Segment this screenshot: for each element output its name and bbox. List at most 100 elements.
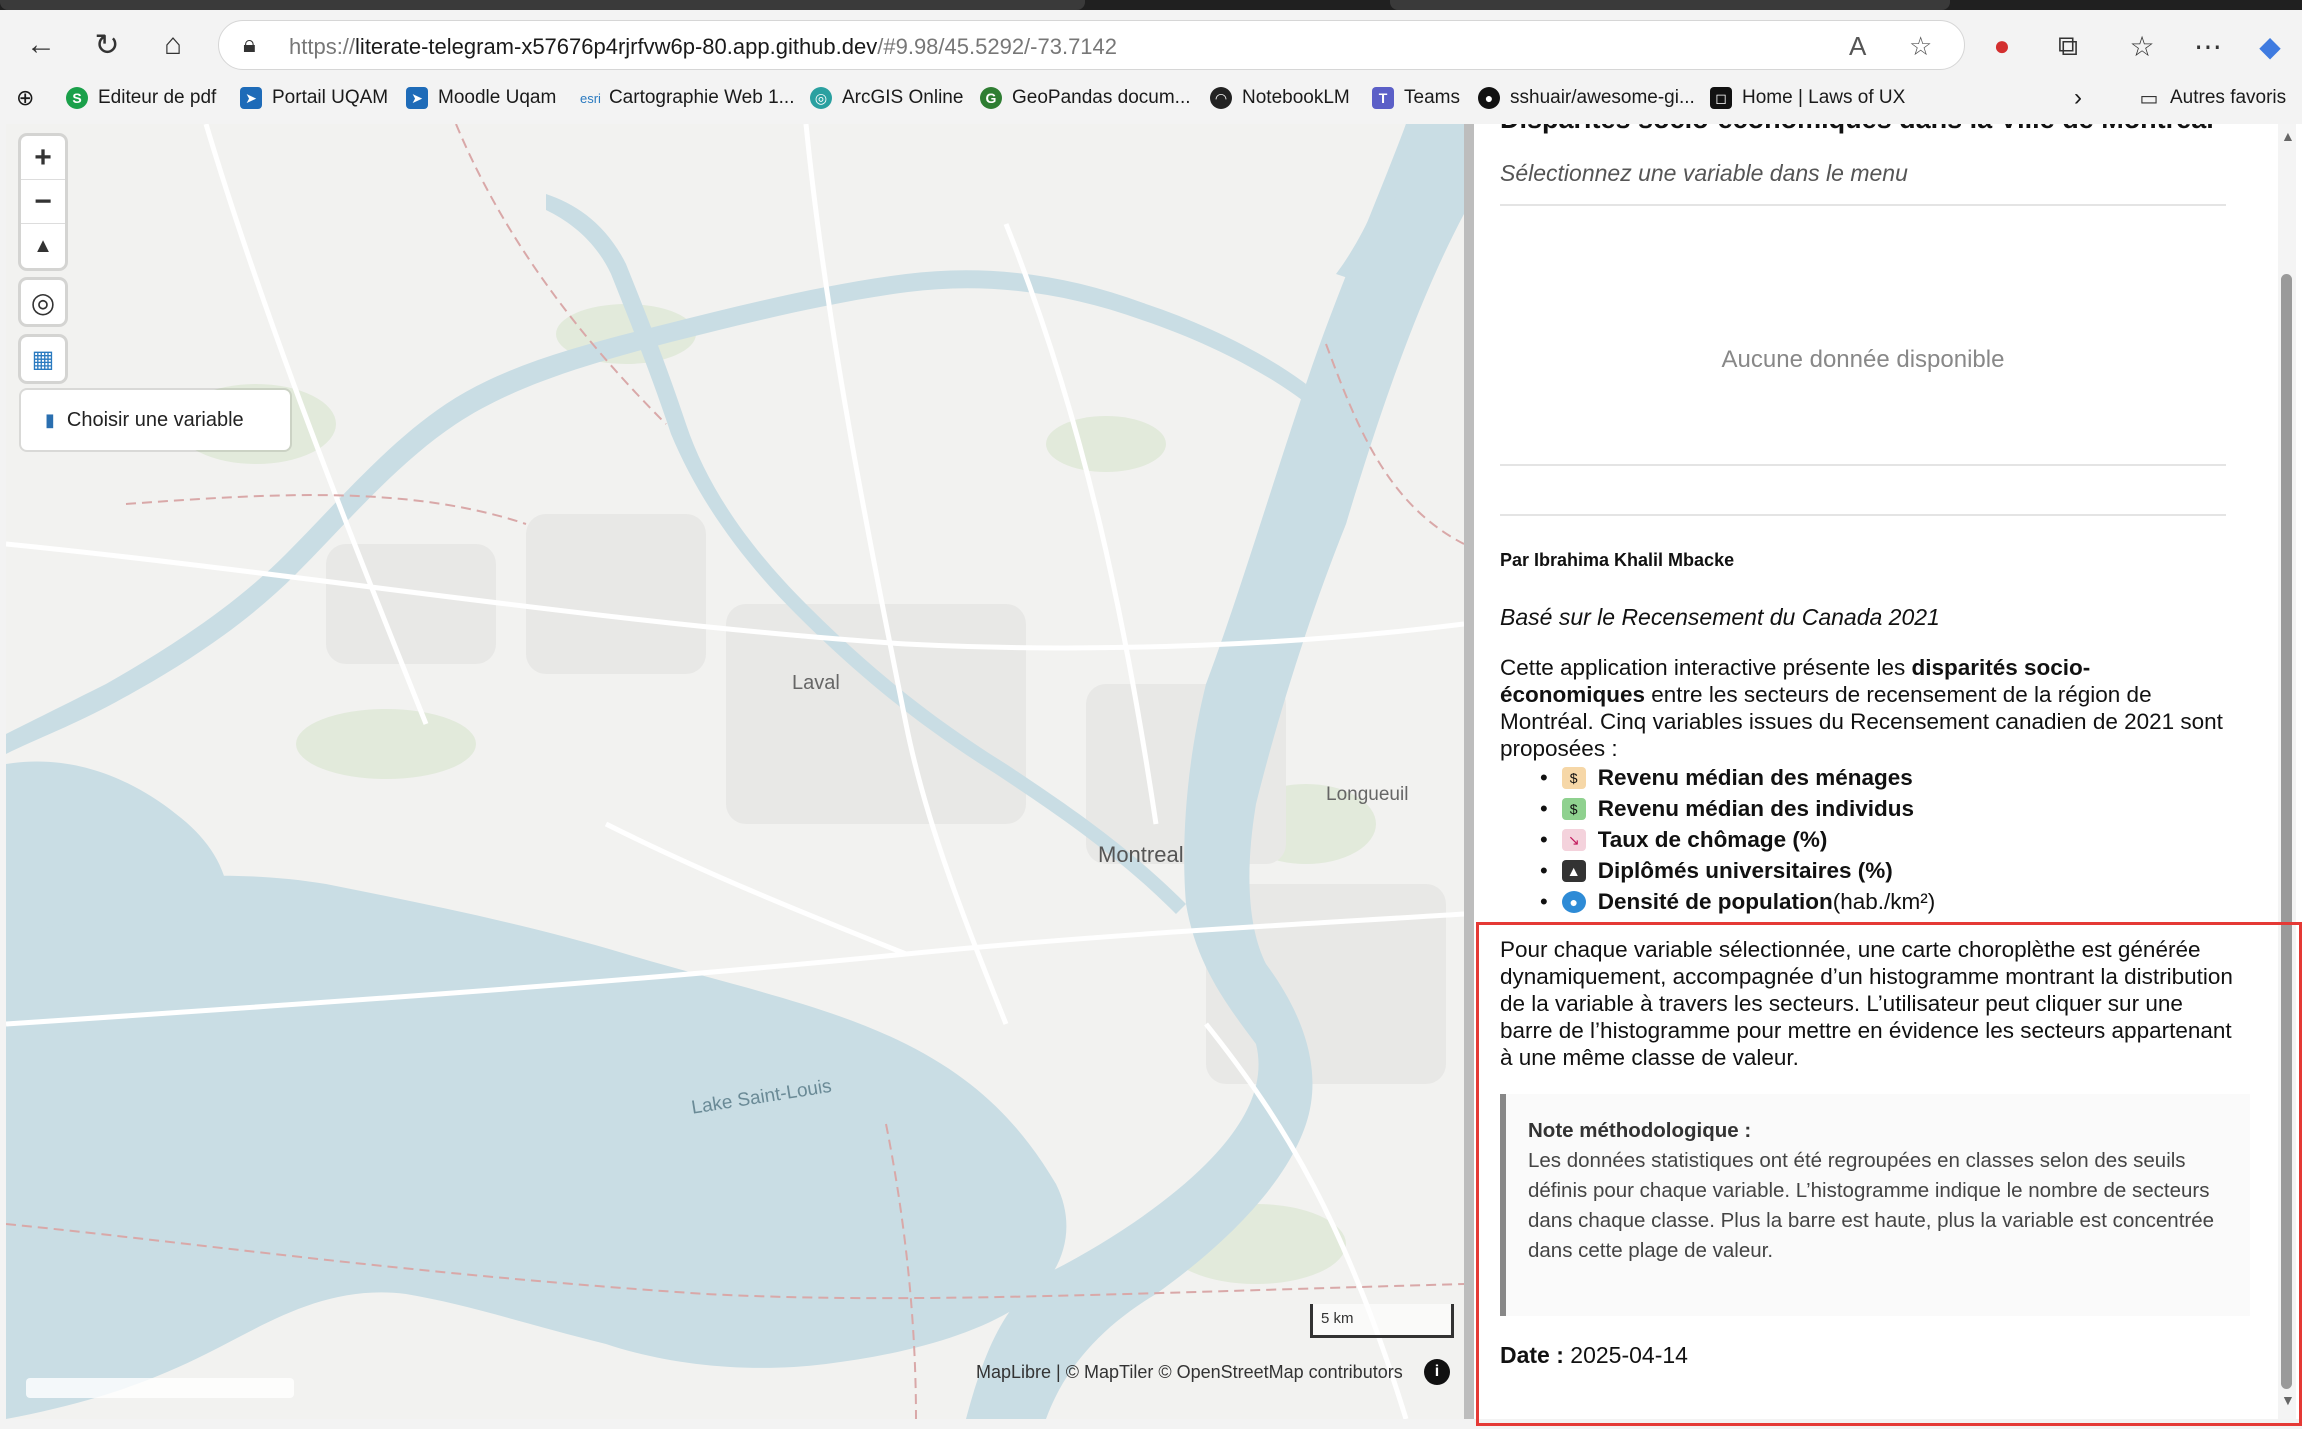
note-title: Note méthodologique : xyxy=(1528,1119,1752,1142)
bookmark-editeur-pdf[interactable]: S Editeur de pdf xyxy=(66,82,216,114)
zoom-control: + − ▲ xyxy=(21,136,65,268)
map-bottom-overlay xyxy=(26,1378,294,1398)
bookmark-notebooklm[interactable]: ◠ NotebookLM xyxy=(1210,82,1350,114)
bookmark-label: GeoPandas docum... xyxy=(1012,87,1191,108)
map-canvas[interactable]: Laval Montreal Longueuil Lake Saint-Loui… xyxy=(6,124,1464,1419)
bookmark-arcgis-online[interactable]: ◎ ArcGIS Online xyxy=(810,82,963,114)
s-icon: S xyxy=(66,87,88,109)
site-info-icon[interactable]: 🔒︎ xyxy=(243,31,256,59)
geolocate-icon[interactable]: ◎ xyxy=(21,280,65,324)
bookmark-label: Cartographie Web 1... xyxy=(608,87,795,108)
variable-label: Densité de population xyxy=(1597,889,1833,914)
map-layers-icon[interactable]: ▦ xyxy=(21,337,65,381)
copilot-icon[interactable]: ◆ xyxy=(2248,24,2292,68)
arcgis-icon: ◎ xyxy=(810,87,832,109)
date-label: Date : xyxy=(1500,1342,1564,1368)
bookmark-label: Portail UQAM xyxy=(272,87,389,108)
bookmark-moodle-uqam[interactable]: ➤ Moodle Uqam xyxy=(406,82,556,114)
map-label-laval: Laval xyxy=(792,672,840,694)
basemap[interactable] xyxy=(6,124,1464,1419)
geolocate-control: ◎ xyxy=(21,280,65,324)
list-item: ▲ Diplômés universitaires (%) xyxy=(1540,855,2240,886)
choose-variable-label: Choisir une variable xyxy=(66,408,244,431)
divider-line xyxy=(1500,464,2226,466)
scroll-up-icon[interactable]: ▲ xyxy=(2281,128,2295,144)
bar-chart-icon: ▮ xyxy=(45,409,55,430)
github-icon: ● xyxy=(1478,87,1500,109)
bookmark-portail-uqam[interactable]: ➤ Portail UQAM xyxy=(240,82,388,114)
list-item: ● Densité de population (hab./km²) xyxy=(1540,886,2240,917)
url-text[interactable]: https://literate-telegram-x57676p4rjrfvw… xyxy=(289,34,1117,60)
author-line: Par Ibrahima Khalil Mbacke xyxy=(1500,550,1735,570)
scale-bar: 5 km xyxy=(1310,1304,1454,1338)
bookmark-laws-of-ux[interactable]: ◻ Home | Laws of UX xyxy=(1710,82,1905,114)
bookmark-label: sshuair/awesome-gi... xyxy=(1510,87,1695,108)
date-line: Date : 2025-04-14 xyxy=(1500,1342,1688,1369)
divider-line xyxy=(1500,204,2226,206)
intro-paragraph: Cette application interactive présente l… xyxy=(1500,654,2230,762)
url-path: /#9.98/45.5292/-73.7142 xyxy=(877,34,1118,59)
choose-variable-button[interactable]: ▮ Choisir une variable xyxy=(21,390,290,450)
variable-suffix: (hab./km²) xyxy=(1832,889,1936,914)
description-paragraph: Pour chaque variable sélectionnée, une c… xyxy=(1500,937,2233,1070)
favorite-star-icon[interactable]: ☆ xyxy=(1909,31,1932,62)
map-label-longueuil: Longueuil xyxy=(1326,784,1409,805)
back-icon[interactable]: ← xyxy=(18,22,64,68)
bookmark-label: Home | Laws of UX xyxy=(1742,87,1906,108)
read-aloud-icon[interactable]: A xyxy=(1849,31,1866,62)
bookmark-label: Moodle Uqam xyxy=(438,87,557,108)
info-panel: Disparités socio-économiques dans la Vil… xyxy=(1474,124,2302,1419)
tab-inactive[interactable] xyxy=(1390,0,1950,10)
map-label-montreal: Montreal xyxy=(1098,842,1184,867)
bookmark-github-awesome[interactable]: ● sshuair/awesome-gi... xyxy=(1478,82,1695,114)
uqam-icon: ➤ xyxy=(240,87,262,109)
apps-globe-icon[interactable]: ⊕ xyxy=(16,82,34,114)
bookmark-label: Teams xyxy=(1404,87,1460,108)
other-favorites-folder[interactable]: ▭ Autres favoris xyxy=(2138,82,2287,114)
map-attribution[interactable]: MapLibre | © MapTiler © OpenStreetMap co… xyxy=(976,1362,1403,1383)
tab-active[interactable] xyxy=(0,0,1085,10)
list-item: ↘ Taux de chômage (%) xyxy=(1540,824,2240,855)
banknote-icon: $ xyxy=(1561,797,1586,820)
variable-label: Taux de chômage (%) xyxy=(1597,827,1828,852)
variable-label: Diplômés universitaires (%) xyxy=(1597,858,1893,883)
uqam-icon: ➤ xyxy=(406,87,428,109)
home-icon[interactable]: ⌂ xyxy=(150,22,196,68)
divider-line xyxy=(1500,514,2226,516)
refresh-icon[interactable]: ↻ xyxy=(84,22,130,68)
source-line: Basé sur le Recensement du Canada 2021 xyxy=(1500,604,1940,630)
layers-control: ▦ xyxy=(21,337,65,381)
more-menu-icon[interactable]: ⋯ xyxy=(2186,24,2230,68)
other-favorites-label: Autres favoris xyxy=(2170,87,2287,108)
bookmark-cartographie-web[interactable]: esri Cartographie Web 1... xyxy=(580,82,794,114)
address-bar[interactable]: 🔒︎ https://literate-telegram-x57676p4rjr… xyxy=(218,20,1965,70)
bookmark-teams[interactable]: T Teams xyxy=(1372,82,1460,114)
bookmark-label: ArcGIS Online xyxy=(842,87,964,108)
bookmark-label: Editeur de pdf xyxy=(98,87,217,108)
teams-icon: T xyxy=(1372,87,1394,109)
panel-scrollbar-thumb[interactable] xyxy=(2281,274,2292,1389)
variable-label: Revenu médian des individus xyxy=(1597,796,1915,821)
navigation-bar: ← ↻ ⌂ 🔒︎ https://literate-telegram-x5767… xyxy=(0,14,2302,76)
zoom-in-icon[interactable]: + xyxy=(21,136,65,180)
panel-subtitle: Sélectionnez une variable dans le menu xyxy=(1500,160,1908,186)
favorites-icon[interactable]: ☆ xyxy=(2120,24,2164,68)
globe-icon: ● xyxy=(1561,890,1586,913)
extension-shield-icon[interactable]: ● xyxy=(1980,24,2024,68)
scroll-down-icon[interactable]: ▼ xyxy=(2281,1392,2295,1408)
bookmark-label: NotebookLM xyxy=(1242,87,1350,108)
chart-down-icon: ↘ xyxy=(1561,828,1586,851)
no-data-message: Aucune donnée disponible xyxy=(1721,346,2005,373)
graduation-cap-icon: ▲ xyxy=(1561,859,1586,882)
zoom-out-icon[interactable]: − xyxy=(21,180,65,224)
date-value: 2025-04-14 xyxy=(1563,1342,1688,1368)
bookmark-geopandas[interactable]: G GeoPandas docum... xyxy=(980,82,1191,114)
variable-list: $ Revenu médian des ménages $ Revenu média… xyxy=(1540,762,2240,917)
url-scheme: https:// xyxy=(289,34,356,59)
attribution-info-icon[interactable]: i xyxy=(1424,1359,1450,1385)
panel-divider[interactable] xyxy=(1464,124,1474,1419)
list-item: $ Revenu médian des individus xyxy=(1540,793,2240,824)
bookmarks-overflow-chevron-icon[interactable]: › xyxy=(2074,82,2082,114)
compass-icon[interactable]: ▲ xyxy=(21,224,65,268)
extensions-icon[interactable]: ⧉ xyxy=(2046,24,2090,68)
